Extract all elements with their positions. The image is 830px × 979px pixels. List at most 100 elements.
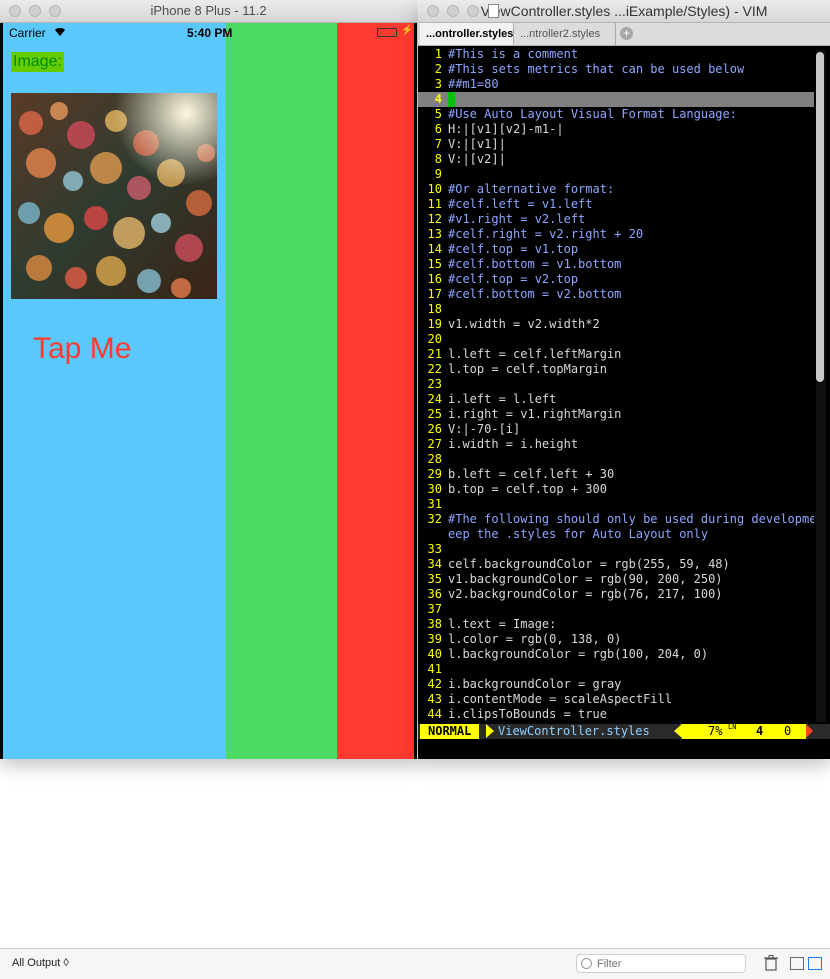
tap-me-button[interactable]: Tap Me (33, 329, 131, 369)
line-number: 28 (427, 452, 442, 466)
ios-status-bar: Carrier 5:40 PM ⚡ (3, 23, 414, 43)
code-line: 27 i.width = i.height (418, 437, 814, 452)
code-text: #This sets metrics that can be used belo… (448, 62, 745, 76)
code-line: 19 v1.width = v2.width*2 (418, 317, 814, 332)
code-text: eep the .styles for Auto Layout only (448, 527, 709, 541)
code-text: V:|-70-[i] (448, 422, 521, 436)
line-number: 41 (427, 662, 442, 676)
vim-window-controls (427, 5, 479, 17)
zoom-window-button[interactable] (49, 5, 61, 17)
code-line: 44 i.clipsToBounds = true (418, 707, 814, 722)
code-line: 2 #This sets metrics that can be used bel… (418, 62, 814, 77)
code-line: 1 #This is a comment (418, 47, 814, 62)
code-text: H:|[v1][v2]-m1-| (448, 122, 564, 136)
code-line: 30 b.top = celf.top + 300 (418, 482, 814, 497)
add-tab-icon[interactable]: + (620, 27, 633, 40)
code-line: 35 v1.backgroundColor = rgb(90, 200, 250) (418, 572, 814, 587)
tab-viewcontroller2-styles[interactable]: ...ntroller2.styles (514, 23, 616, 45)
line-number-symbol: LN (728, 723, 737, 731)
line-number: 23 (427, 377, 442, 391)
simulator-titlebar[interactable]: iPhone 8 Plus - 11.2 (0, 0, 417, 23)
filter-field[interactable] (576, 954, 746, 973)
vim-editor[interactable]: 1 #This is a comment 2 #This sets metrics t… (418, 46, 814, 722)
minimize-window-button[interactable] (29, 5, 41, 17)
code-text: #The following should only be used durin… (448, 512, 814, 526)
line-number: 3 (434, 77, 442, 91)
filter-input[interactable] (597, 956, 737, 971)
line-number: 29 (427, 467, 442, 481)
line-number: 32 (427, 512, 442, 526)
code-text: v1.width = v2.width*2 (448, 317, 600, 331)
line-number: 10 (427, 182, 442, 196)
code-text: #Use Auto Layout Visual Format Language: (448, 107, 737, 121)
output-selector[interactable]: All Output ◊ (12, 957, 69, 969)
line-number: 31 (427, 497, 442, 511)
code-line: 39 l.color = rgb(0, 138, 0) (418, 632, 814, 647)
simulator-title: iPhone 8 Plus - 11.2 (150, 3, 267, 18)
code-line: 10 #Or alternative format: (418, 182, 814, 197)
code-line: 7 V:|[v1]| (418, 137, 814, 152)
code-line: 6 H:|[v1][v2]-m1-| (418, 122, 814, 137)
line-number: 6 (434, 122, 442, 136)
line-number: 33 (427, 542, 442, 556)
code-line: 31 (418, 497, 814, 512)
code-line: 13 #celf.right = v2.right + 20 (418, 227, 814, 242)
line-number: 25 (427, 407, 442, 421)
line-number: 30 (427, 482, 442, 496)
battery-icon (377, 28, 397, 37)
close-window-button[interactable] (9, 5, 21, 17)
scroll-percent: 7% (708, 724, 723, 738)
code-line: 20 (418, 332, 814, 347)
wifi-icon (55, 27, 65, 36)
code-text: i.width = i.height (448, 437, 579, 451)
window-controls (9, 5, 61, 17)
line-number: 8 (434, 152, 442, 166)
line-number: 9 (434, 167, 442, 181)
line-number: 18 (427, 302, 442, 316)
line-number: 27 (427, 437, 442, 451)
code-text: l.color = rgb(0, 138, 0) (448, 632, 622, 646)
text-cursor (448, 92, 455, 107)
vim-close-button[interactable] (427, 5, 439, 17)
code-line: 38 l.text = Image: (418, 617, 814, 632)
trash-icon[interactable] (764, 955, 778, 971)
scrollbar-thumb[interactable] (816, 52, 824, 382)
debug-output-bar: All Output ◊ (0, 948, 830, 979)
code-line: 9 (418, 167, 814, 182)
bokeh-image (11, 93, 217, 299)
cursor-line: 4 (756, 724, 764, 738)
charging-icon: ⚡ (401, 25, 414, 36)
vim-zoom-button[interactable] (467, 5, 479, 17)
code-text: i.backgroundColor = gray (448, 677, 622, 691)
vim-statusline: NORMAL ViewController.styles 7% LN 4 0 (418, 724, 830, 739)
code-line: 11 #celf.left = v1.left (418, 197, 814, 212)
code-text: b.left = celf.left + 30 (448, 467, 615, 481)
powerline-arrow-icon (486, 724, 494, 738)
cursor-column: 0 (784, 724, 792, 738)
code-text: #celf.left = v1.left (448, 197, 593, 211)
line-number: 22 (427, 362, 442, 376)
split-right-icon[interactable] (808, 957, 822, 970)
filter-icon (581, 958, 592, 969)
line-number: 7 (434, 137, 442, 151)
code-line: 12 #v1.right = v2.left (418, 212, 814, 227)
code-text: l.top = celf.topMargin (448, 362, 607, 376)
line-number: 13 (427, 227, 442, 241)
code-text: l.text = Image: (448, 617, 557, 631)
vim-minimize-button[interactable] (447, 5, 459, 17)
code-line: 22 l.top = celf.topMargin (418, 362, 814, 377)
code-line: 43 i.contentMode = scaleAspectFill (418, 692, 814, 707)
tab-viewcontroller-styles[interactable]: ...ontroller.styles (420, 23, 514, 45)
code-line: 3 ##m1=80 (418, 77, 814, 92)
code-line: 8 V:|[v2]| (418, 152, 814, 167)
code-line: 5 #Use Auto Layout Visual Format Language… (418, 107, 814, 122)
line-number: 43 (427, 692, 442, 706)
line-number: 12 (427, 212, 442, 226)
code-text: #celf.top = v1.top (448, 242, 579, 256)
vim-titlebar[interactable]: ViewController.styles ...iExample/Styles… (418, 0, 830, 23)
line-number: 2 (434, 62, 442, 76)
split-left-icon[interactable] (790, 957, 804, 970)
code-line: 42 i.backgroundColor = gray (418, 677, 814, 692)
line-number: 11 (427, 197, 442, 211)
line-number: 38 (427, 617, 442, 631)
